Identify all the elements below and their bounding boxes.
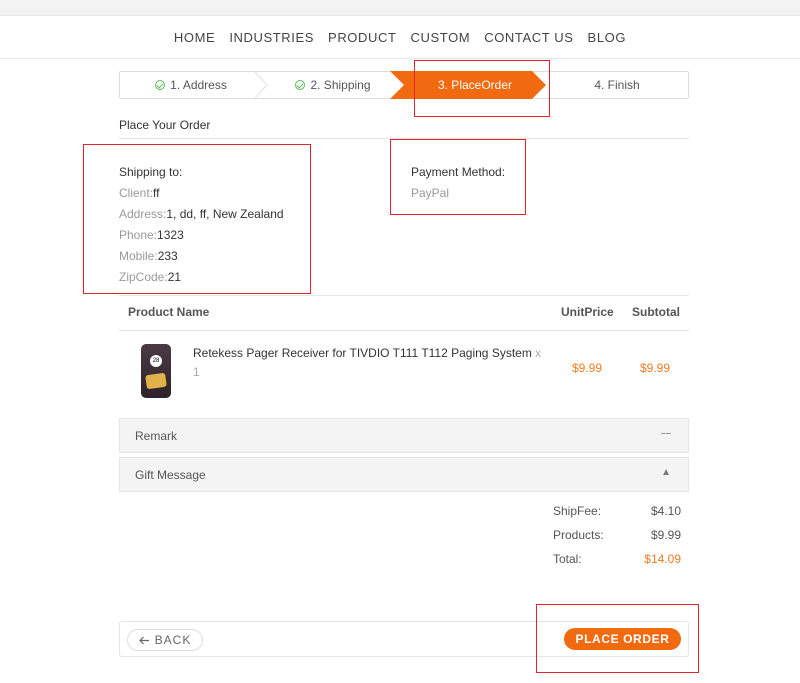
qty-x: x: [535, 346, 542, 360]
divider: [119, 295, 689, 296]
product-image-badge: 28: [150, 355, 162, 367]
step-label: 1. Address: [170, 78, 227, 92]
col-product-name: Product Name: [128, 305, 210, 319]
remark-accordion[interactable]: Remark —: [119, 418, 689, 453]
total-value: $14.09: [644, 552, 681, 566]
step-label: 2. Shipping: [310, 78, 371, 92]
nav-blog[interactable]: BLOG: [588, 30, 627, 45]
shipfee-value: $4.10: [650, 504, 681, 518]
subtotal: $9.99: [640, 361, 671, 375]
top-strip: [0, 0, 800, 16]
product-image-figure: [145, 372, 167, 390]
step-shipping[interactable]: 2. Shipping: [262, 72, 404, 98]
products-label: Products:: [553, 528, 604, 542]
main-nav: HOME INDUSTRIES PRODUCT CUSTOM CONTACT U…: [0, 16, 800, 59]
highlight-box: [390, 139, 526, 215]
gift-message-label: Gift Message: [135, 468, 206, 482]
divider: [119, 330, 689, 331]
highlight-box: [536, 604, 699, 673]
product-title: Retekess Pager Receiver for TIVDIO T111 …: [193, 346, 532, 360]
products-value: $9.99: [650, 528, 681, 542]
shipfee-label: ShipFee:: [553, 504, 602, 518]
back-button[interactable]: BACK: [127, 629, 203, 651]
product-image[interactable]: 28: [141, 344, 171, 398]
step-address[interactable]: 1. Address: [120, 72, 268, 98]
check-icon: [295, 80, 306, 90]
gift-message-accordion[interactable]: Gift Message ▲: [119, 457, 689, 492]
nav-contact-us[interactable]: CONTACT US: [484, 30, 573, 45]
nav-home[interactable]: HOME: [174, 30, 215, 45]
highlight-box: [83, 144, 311, 294]
step-label: 3. PlaceOrder: [437, 78, 513, 92]
unit-price: $9.99: [572, 361, 603, 375]
nav-product[interactable]: PRODUCT: [328, 30, 396, 45]
back-label: BACK: [154, 633, 192, 647]
product-name[interactable]: Retekess Pager Receiver for TIVDIO T111 …: [193, 344, 543, 382]
remark-label: Remark: [135, 429, 178, 443]
total-label: Total:: [553, 552, 582, 566]
nav-industries[interactable]: INDUSTRIES: [229, 30, 314, 45]
chevron-up-icon: ▲: [661, 467, 671, 478]
qty-value: 1: [193, 365, 200, 379]
check-icon: [155, 80, 166, 90]
nav-custom[interactable]: CUSTOM: [411, 30, 471, 45]
col-subtotal: Subtotal: [632, 305, 680, 319]
col-unit-price: UnitPrice: [561, 305, 614, 319]
step-label: 4. Finish: [594, 78, 640, 92]
collapse-icon: —: [661, 428, 671, 439]
page-title: Place Your Order: [119, 118, 211, 132]
checkout-steps: 1. Address 2. Shipping 3. PlaceOrder 4. …: [119, 71, 689, 99]
step-finish[interactable]: 4. Finish: [546, 72, 688, 98]
arrow-left-icon: [138, 636, 149, 644]
